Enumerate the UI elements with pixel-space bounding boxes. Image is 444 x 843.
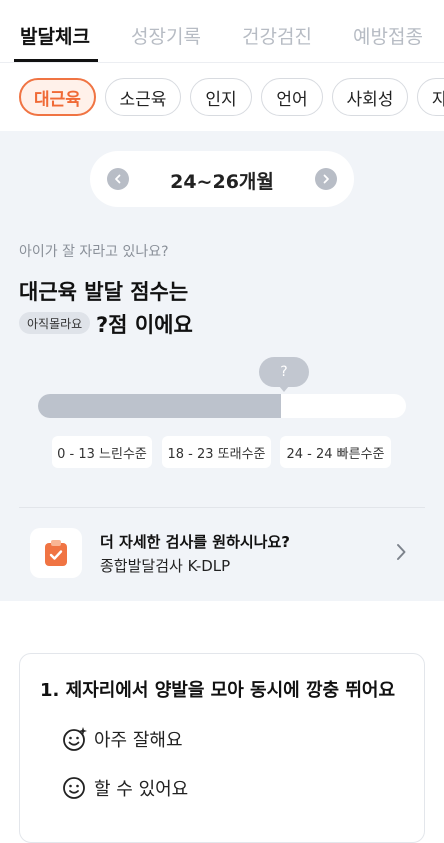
- tab-health-checkup[interactable]: 건강검진: [242, 22, 312, 49]
- kdlp-subtitle[interactable]: 종합발달검사 K-DLP: [100, 555, 230, 576]
- divider: [19, 507, 425, 508]
- active-tab-indicator: [14, 59, 98, 62]
- range-peer: 18 - 23 또래수준: [162, 436, 271, 468]
- question-card: 1. 제자리에서 양발을 모아 동시에 깡충 뛰어요 아주 잘해요 할 수 있어…: [19, 653, 425, 843]
- score-marker-bubble: ?: [259, 357, 309, 387]
- chip-language[interactable]: 언어: [261, 78, 323, 116]
- score-headline: 대근육 발달 점수는: [19, 280, 189, 304]
- score-value-text: ?점 이에요: [96, 313, 193, 337]
- score-question: 아이가 잘 자라고 있나요?: [19, 244, 169, 260]
- tab-development-check[interactable]: 발달체크: [20, 22, 90, 49]
- chip-gross-motor[interactable]: 대근육: [19, 78, 96, 116]
- chevron-right-icon: [323, 174, 329, 184]
- next-age-button[interactable]: [315, 168, 337, 190]
- score-panel: 24~26개월 아이가 잘 자라고 있나요? 대근육 발달 점수는 아직몰라요 …: [0, 131, 444, 601]
- score-marker-tip: [279, 386, 289, 392]
- sparkle-smile-icon: [63, 727, 87, 751]
- chevron-right-icon: [397, 544, 406, 560]
- chip-fine-motor[interactable]: 소근육: [105, 78, 181, 116]
- category-chip-bar: 대근육 소근육 인지 언어 사회성 자: [0, 63, 444, 131]
- range-slow: 0 - 13 느린수준: [52, 436, 152, 468]
- score-progress-fill: [38, 394, 281, 418]
- kdlp-title[interactable]: 더 자세한 검사를 원하시나요?: [100, 531, 290, 552]
- tab-vaccination[interactable]: 예방접종: [353, 22, 423, 49]
- range-fast: 24 - 24 빠른수준: [280, 436, 391, 468]
- chip-social[interactable]: 사회성: [332, 78, 408, 116]
- chip-self-help[interactable]: 자: [417, 78, 444, 116]
- chip-cognition[interactable]: 인지: [190, 78, 252, 116]
- status-badge: 아직몰라요: [19, 312, 91, 334]
- option-label: 할 수 있어요: [94, 779, 189, 800]
- score-progress-track: [38, 394, 406, 418]
- question-title: 1. 제자리에서 양발을 모아 동시에 깡충 뛰어요: [40, 680, 396, 701]
- top-tab-bar: 발달체크 성장기록 건강검진 예방접종: [0, 0, 444, 63]
- age-selector: 24~26개월: [90, 151, 354, 207]
- smile-icon: [63, 777, 85, 799]
- option-can-do[interactable]: 할 수 있어요: [62, 775, 188, 801]
- kdlp-icon-tile[interactable]: [30, 528, 82, 578]
- tab-growth-record[interactable]: 성장기록: [131, 22, 201, 49]
- option-very-well[interactable]: 아주 잘해요: [62, 726, 183, 752]
- option-label: 아주 잘해요: [94, 730, 183, 751]
- clipboard-check-icon: [45, 540, 67, 566]
- kdlp-link-chevron[interactable]: [395, 542, 407, 566]
